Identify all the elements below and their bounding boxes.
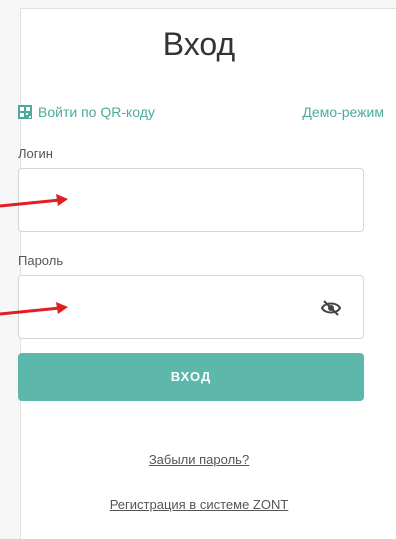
login-input[interactable] [19, 169, 363, 231]
page-title: Вход [162, 26, 236, 62]
qr-login-label: Войти по QR-коду [38, 104, 155, 120]
password-label: Пароль [18, 253, 64, 268]
login-label: Логин [18, 146, 53, 161]
demo-mode-link[interactable]: Демо-режим [302, 104, 384, 120]
register-link[interactable]: Регистрация в системе ZONT [0, 497, 396, 512]
eye-off-icon[interactable] [320, 298, 342, 318]
password-input[interactable] [19, 276, 363, 338]
qr-code-icon [18, 105, 32, 119]
forgot-password-link[interactable]: Забыли пароль? [0, 452, 396, 467]
qr-login-link[interactable]: Войти по QR-коду [18, 104, 155, 120]
login-button[interactable]: ВХОД [18, 353, 364, 401]
red-arrow-icon [0, 302, 68, 316]
red-arrow-icon [0, 194, 68, 208]
